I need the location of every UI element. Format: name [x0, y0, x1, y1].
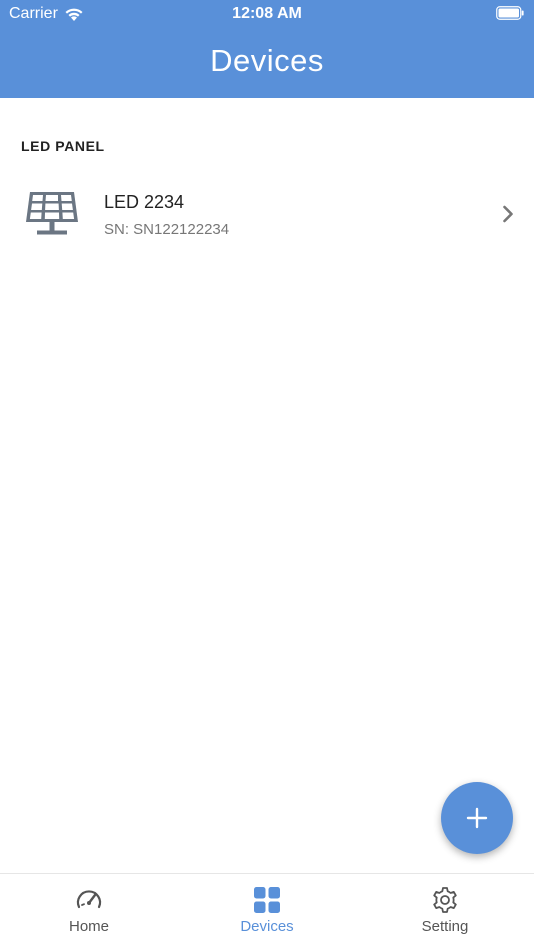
status-time: 12:08 AM [232, 5, 302, 22]
grid-icon [254, 887, 280, 913]
tab-home[interactable]: Home [0, 874, 178, 950]
tab-devices[interactable]: Devices [178, 874, 356, 950]
tab-setting-label: Setting [421, 918, 469, 935]
status-bar: Carrier 12:08 AM [0, 0, 534, 28]
chevron-right-icon [503, 205, 513, 223]
tab-devices-label: Devices [240, 918, 294, 935]
speedometer-icon [76, 890, 102, 909]
tab-setting[interactable]: Setting [356, 874, 534, 950]
tab-bar: Home Devices Setting [0, 873, 534, 950]
device-row[interactable]: LED 2234 SN: SN122122234 [0, 172, 534, 256]
battery-icon [496, 6, 524, 20]
add-device-button[interactable] [441, 782, 513, 854]
device-name: LED 2234 [104, 192, 185, 212]
gear-icon [433, 887, 457, 913]
nav-header: Carrier 12:08 AM Devices [0, 0, 534, 98]
page-title: Devices [210, 43, 324, 78]
plus-icon [466, 807, 488, 829]
tab-home-label: Home [68, 918, 109, 935]
section-header: LED PANEL [21, 138, 105, 154]
device-serial-number: SN: SN122122234 [104, 221, 230, 238]
solar-panel-icon [26, 192, 78, 235]
